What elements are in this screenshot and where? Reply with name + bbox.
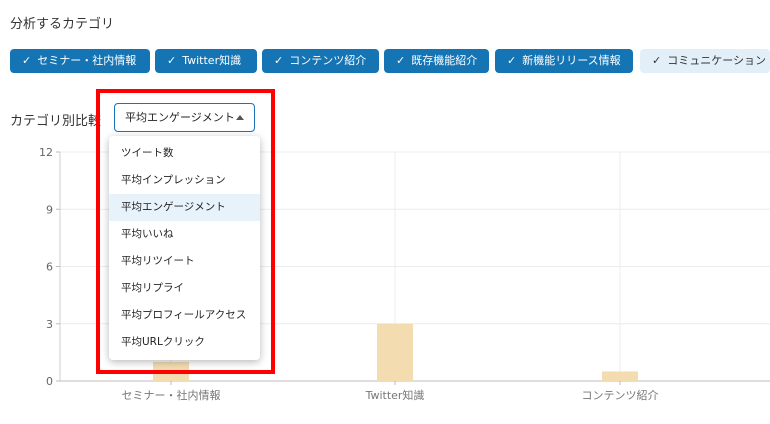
chip-label: コミュニケーション <box>667 54 766 67</box>
highlight-annotation <box>96 89 275 374</box>
category-chip-list: ✓ セミナー・社内情報 ✓ Twitter知識 ✓ コンテンツ紹介 ✓ 既存機能紹介 ✓… <box>10 49 770 73</box>
check-icon: ✓ <box>652 54 662 67</box>
check-icon: ✓ <box>274 54 284 67</box>
check-icon: ✓ <box>396 54 406 67</box>
chip-label: コンテンツ紹介 <box>289 54 367 67</box>
y-tick-label: 6 <box>46 261 53 274</box>
category-compare-label: カテゴリ別比較 <box>10 114 102 129</box>
y-tick-label: 12 <box>39 146 53 159</box>
category-chip-seminar[interactable]: ✓ セミナー・社内情報 <box>10 49 150 73</box>
chip-label: Twitter知識 <box>182 54 242 67</box>
y-tick-label: 9 <box>46 203 53 216</box>
check-icon: ✓ <box>507 54 517 67</box>
bar-2 <box>377 323 413 381</box>
check-icon: ✓ <box>167 54 177 67</box>
chip-label: 新機能リリース情報 <box>522 54 621 67</box>
y-tick-label: 3 <box>46 318 53 331</box>
x-tick-label: Twitter知識 <box>365 388 425 402</box>
category-chip-new-release[interactable]: ✓ 新機能リリース情報 <box>495 49 633 73</box>
chip-label: セミナー・社内情報 <box>37 54 137 67</box>
category-chip-twitter[interactable]: ✓ Twitter知識 <box>155 49 257 73</box>
category-chip-communication[interactable]: ✓ コミュニケーション <box>640 49 770 73</box>
categories-section-title: 分析するカテゴリ <box>10 17 115 32</box>
chip-label: 既存機能紹介 <box>411 54 478 67</box>
category-chip-content[interactable]: ✓ コンテンツ紹介 <box>262 49 379 73</box>
bar-3 <box>602 371 638 381</box>
category-chip-existing-features[interactable]: ✓ 既存機能紹介 <box>384 49 489 73</box>
check-icon: ✓ <box>22 54 32 67</box>
y-tick-label: 0 <box>46 375 53 388</box>
x-tick-label: セミナー・社内情報 <box>122 388 221 402</box>
x-tick-label: コンテンツ紹介 <box>582 389 659 402</box>
